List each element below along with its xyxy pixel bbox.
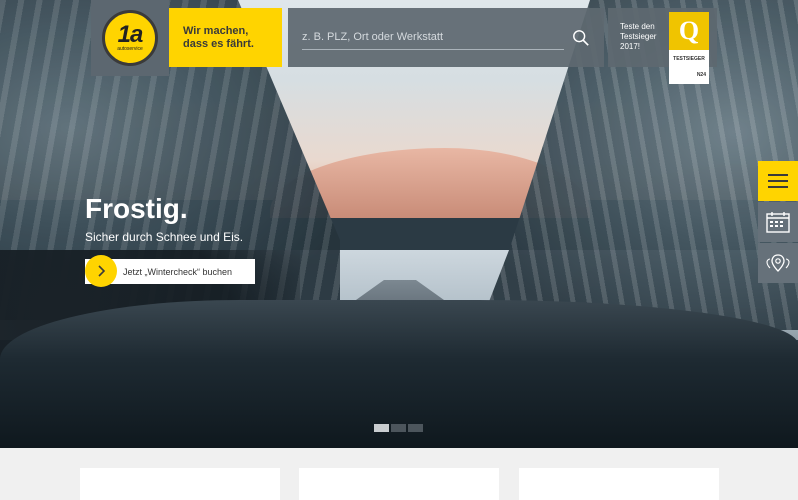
wintercheck-button[interactable]: Jetzt „Wintercheck“ buchen: [85, 255, 255, 287]
logo-text: 1a: [117, 21, 144, 48]
logo-subtext: autoservice: [117, 46, 143, 52]
search-bar: [288, 8, 604, 67]
search-input[interactable]: [302, 25, 564, 50]
slogan-line-2: dass es fährt.: [183, 37, 254, 50]
teaser-card-3[interactable]: [519, 468, 719, 500]
slider-dot-2[interactable]: [391, 424, 406, 432]
slider-pagination: [374, 424, 423, 432]
seal-brand: N24: [696, 72, 706, 78]
slogan: Wir machen, dass es fährt.: [169, 8, 282, 67]
hero-subtitle: Sicher durch Schnee und Eis.: [85, 230, 244, 244]
slogan-line-1: Wir machen,: [183, 24, 249, 37]
calendar-icon: [766, 212, 790, 233]
chevron-right-icon[interactable]: [85, 255, 117, 287]
slider-dot-3[interactable]: [408, 424, 423, 432]
seal-label: TESTSIEGER: [673, 56, 705, 62]
location-icon: [766, 254, 790, 272]
menu-icon: [768, 174, 788, 188]
teaser-card-1[interactable]: [80, 468, 280, 500]
seal-mark: Q: [669, 12, 709, 50]
hero-title: Frostig.: [85, 193, 188, 224]
locations-button[interactable]: [758, 243, 798, 283]
calendar-button[interactable]: [758, 202, 798, 242]
wintercheck-button-label: Jetzt „Wintercheck“ buchen: [123, 266, 233, 277]
testsieger-seal[interactable]: Q TESTSIEGER N24: [669, 12, 709, 84]
logo-badge: 1a autoservice: [102, 10, 158, 66]
slider-dot-1[interactable]: [374, 424, 389, 432]
search-icon[interactable]: [572, 29, 590, 47]
menu-button[interactable]: [758, 161, 798, 201]
teaser-card-2[interactable]: [299, 468, 499, 500]
logo[interactable]: 1a autoservice: [91, 0, 169, 76]
